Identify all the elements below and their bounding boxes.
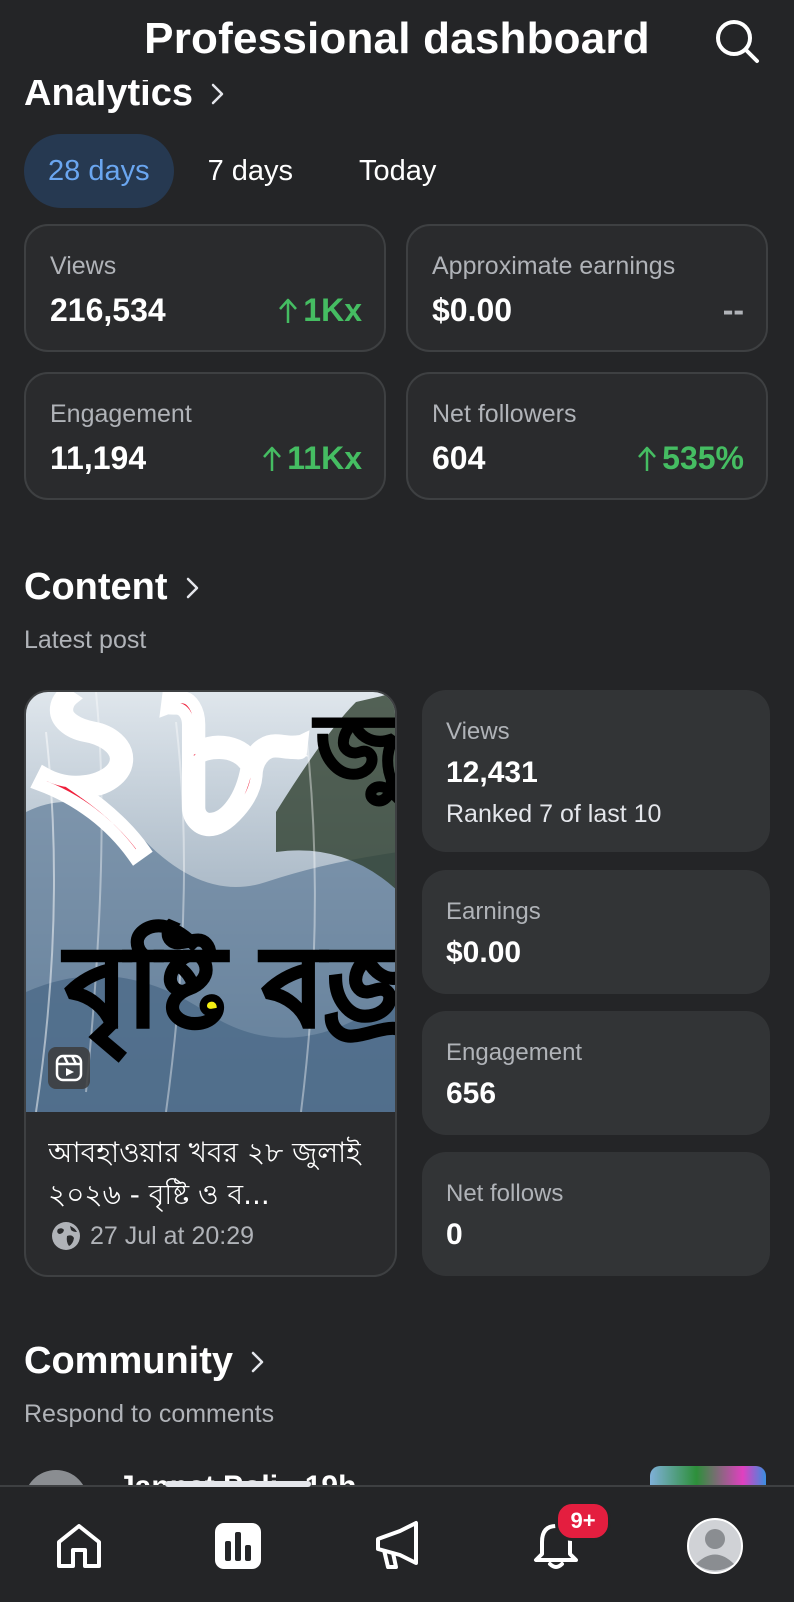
chevron-right-icon	[211, 82, 225, 106]
metric-card-views[interactable]: Views 216,534 1Kx	[24, 224, 386, 352]
metric-label: Engagement	[50, 400, 192, 428]
stat-value: 656	[446, 1077, 497, 1110]
metric-card-engagement[interactable]: Engagement 11,194 11Kx	[24, 372, 386, 500]
thumbnail-text-month: জু	[315, 694, 397, 806]
post-thumbnail[interactable]: ২৮ জু বৃষ্টি বজ্র	[26, 692, 397, 1112]
reels-badge	[48, 1047, 90, 1089]
nav-home[interactable]	[44, 1511, 114, 1581]
tab-today[interactable]: Today	[335, 134, 460, 208]
metric-value: 604	[432, 440, 486, 476]
metric-label: Net followers	[432, 400, 577, 428]
post-title: আবহাওয়ার খবর ২৮ জুলাই ২০২৬ - বৃষ্টি ও ব…	[48, 1136, 361, 1211]
globe-icon	[52, 1222, 80, 1250]
metric-value: 11,194	[50, 440, 147, 476]
metric-card-earnings[interactable]: Approximate earnings $0.00 --	[406, 224, 768, 352]
chevron-right-icon	[251, 1350, 265, 1374]
nav-ads[interactable]	[362, 1511, 432, 1581]
stat-value: $0.00	[446, 936, 522, 969]
metric-label: Views	[50, 252, 117, 280]
date-range-tabs: 28 days 7 days Today	[24, 134, 462, 208]
metric-value: $0.00	[432, 292, 513, 328]
metric-label: Approximate earnings	[432, 252, 676, 280]
metric-change-value: 535%	[662, 440, 744, 476]
megaphone-icon	[376, 1521, 418, 1569]
tab-28-days[interactable]: 28 days	[24, 134, 174, 208]
content-section-link[interactable]: Content	[24, 566, 200, 609]
post-stat-earnings: Earnings $0.00	[422, 870, 770, 994]
active-tab-indicator	[165, 1481, 311, 1487]
post-date: 27 Jul at 20:29	[90, 1221, 255, 1250]
reels-icon	[55, 1054, 83, 1082]
search-icon	[716, 20, 759, 63]
stat-label: Views	[446, 718, 510, 745]
bottom-navigation: 9+	[0, 1485, 794, 1602]
notification-badge: 9+	[555, 1501, 611, 1541]
post-stat-views: Views 12,431 Ranked 7 of last 10	[422, 690, 770, 852]
stat-value: 12,431	[446, 756, 538, 789]
arrow-up-icon	[263, 446, 282, 471]
post-stat-net-follows: Net follows 0	[422, 1152, 770, 1276]
nav-notifications[interactable]: 9+	[521, 1501, 611, 1581]
nav-dashboard[interactable]	[203, 1511, 273, 1581]
thumbnail-text-headline: বৃষ্টি বজ্র	[64, 923, 397, 1051]
stat-label: Engagement	[446, 1039, 583, 1066]
post-meta: 27 Jul at 20:29	[50, 1220, 254, 1252]
metric-change-value: 1Kx	[303, 292, 362, 328]
metric-change: --	[723, 292, 744, 329]
thumbnail-text-date: ২৮	[26, 692, 308, 888]
community-title: Community	[24, 1340, 233, 1382]
stat-label: Net follows	[446, 1180, 564, 1207]
chevron-right-icon	[186, 576, 200, 600]
metric-change-value: --	[722, 292, 744, 328]
profile-icon	[687, 1518, 743, 1574]
metric-value: 216,534	[50, 292, 166, 328]
nav-profile[interactable]	[680, 1511, 750, 1581]
post-stat-engagement: Engagement 656	[422, 1011, 770, 1135]
home-icon	[57, 1524, 101, 1568]
stat-value: 0	[446, 1218, 463, 1251]
metric-card-net-followers[interactable]: Net followers 604 535%	[406, 372, 768, 500]
content-title: Content	[24, 566, 168, 608]
metric-change: 1Kx	[277, 292, 362, 329]
metric-change: 11Kx	[261, 440, 362, 477]
arrow-up-icon	[279, 298, 298, 323]
search-button[interactable]	[710, 14, 764, 68]
top-bar: Professional dashboard	[0, 0, 794, 80]
arrow-up-icon	[638, 446, 657, 471]
community-section-link[interactable]: Community	[24, 1340, 265, 1383]
latest-post-card[interactable]: ২৮ জু বৃষ্টি বজ্র আবহাওয়ার খবর ২৮ জুলাই…	[24, 690, 397, 1277]
tab-7-days[interactable]: 7 days	[184, 134, 317, 208]
dashboard-icon	[215, 1523, 261, 1569]
community-subtitle: Respond to comments	[24, 1400, 275, 1428]
metric-change: 535%	[636, 440, 744, 477]
metric-change-value: 11Kx	[287, 440, 362, 476]
stat-label: Earnings	[446, 898, 541, 925]
page-title: Professional dashboard	[144, 14, 650, 63]
stat-rank: Ranked 7 of last 10	[446, 800, 662, 828]
content-subtitle: Latest post	[24, 626, 147, 654]
